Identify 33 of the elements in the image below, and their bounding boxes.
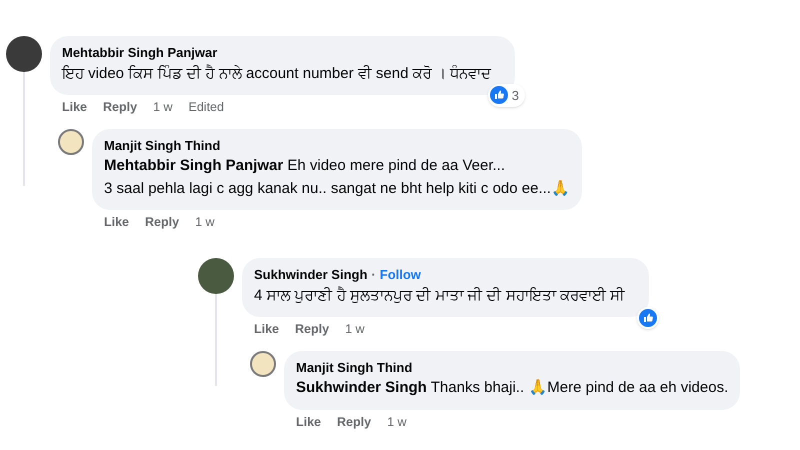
timestamp: 1 w	[195, 214, 215, 232]
reply-text: Thanks bhaji.. 🙏Mere pind de aa eh videos.	[430, 379, 728, 396]
like-link[interactable]: Like	[104, 213, 130, 232]
mention-link[interactable]: Sukhwinder Singh	[296, 379, 427, 396]
comment-text: 4 ਸਾਲ ਪੁਰਾਣੀ ਹੈ ਸੁਲਤਾਨਪੁਰ ਦੀ ਮਾਤਾ ਜੀ ਦੀ ਸਹਾਇਤਾ ਕਰਵਾਈ ਸੀ	[254, 286, 626, 306]
reply-text: 3 saal pehla lagi c agg kanak nu.. sangat ne bht help kiti c odo ee...🙏	[104, 180, 570, 197]
reply-link[interactable]: Reply	[295, 320, 330, 339]
like-link[interactable]: Like	[254, 320, 280, 339]
timestamp: 1 w	[387, 414, 407, 431]
thumbs-up-icon	[639, 309, 658, 327]
author-name[interactable]: Sukhwinder Singh	[254, 265, 368, 284]
reaction-badge[interactable]: 3	[488, 84, 525, 107]
reaction-count: 3	[512, 86, 520, 104]
avatar[interactable]	[6, 36, 42, 72]
thumbs-up-icon	[490, 86, 508, 104]
reaction-badge[interactable]	[637, 307, 660, 329]
like-link[interactable]: Like	[62, 98, 88, 117]
like-link[interactable]: Like	[296, 412, 322, 432]
avatar[interactable]	[198, 258, 234, 294]
author-name[interactable]: Manjit Singh Thind	[104, 136, 570, 156]
author-name[interactable]: Mehtabbir Singh Panjwar	[62, 43, 218, 62]
separator-dot: ·	[371, 266, 376, 284]
follow-link[interactable]: Follow	[380, 265, 421, 284]
timestamp: 1 w	[345, 321, 365, 338]
comment-text: ਇਹ video ਕਿਸ ਪਿੰਡ ਦੀ ਹੈ ਨਾਲੇ account number ਵੀ send ਕਰੋ । ਧੰਨਵਾਦ	[62, 64, 492, 84]
reply-link[interactable]: Reply	[145, 213, 180, 232]
author-name[interactable]: Manjit Singh Thind	[296, 358, 728, 378]
edited-label: Edited	[188, 99, 224, 116]
timestamp: 1 w	[153, 99, 173, 116]
reply-text: Eh video mere pind de aa Veer...	[287, 157, 506, 174]
reply-link[interactable]: Reply	[103, 98, 138, 117]
mention-link[interactable]: Mehtabbir Singh Panjwar	[104, 157, 284, 174]
reply-link[interactable]: Reply	[337, 412, 372, 432]
